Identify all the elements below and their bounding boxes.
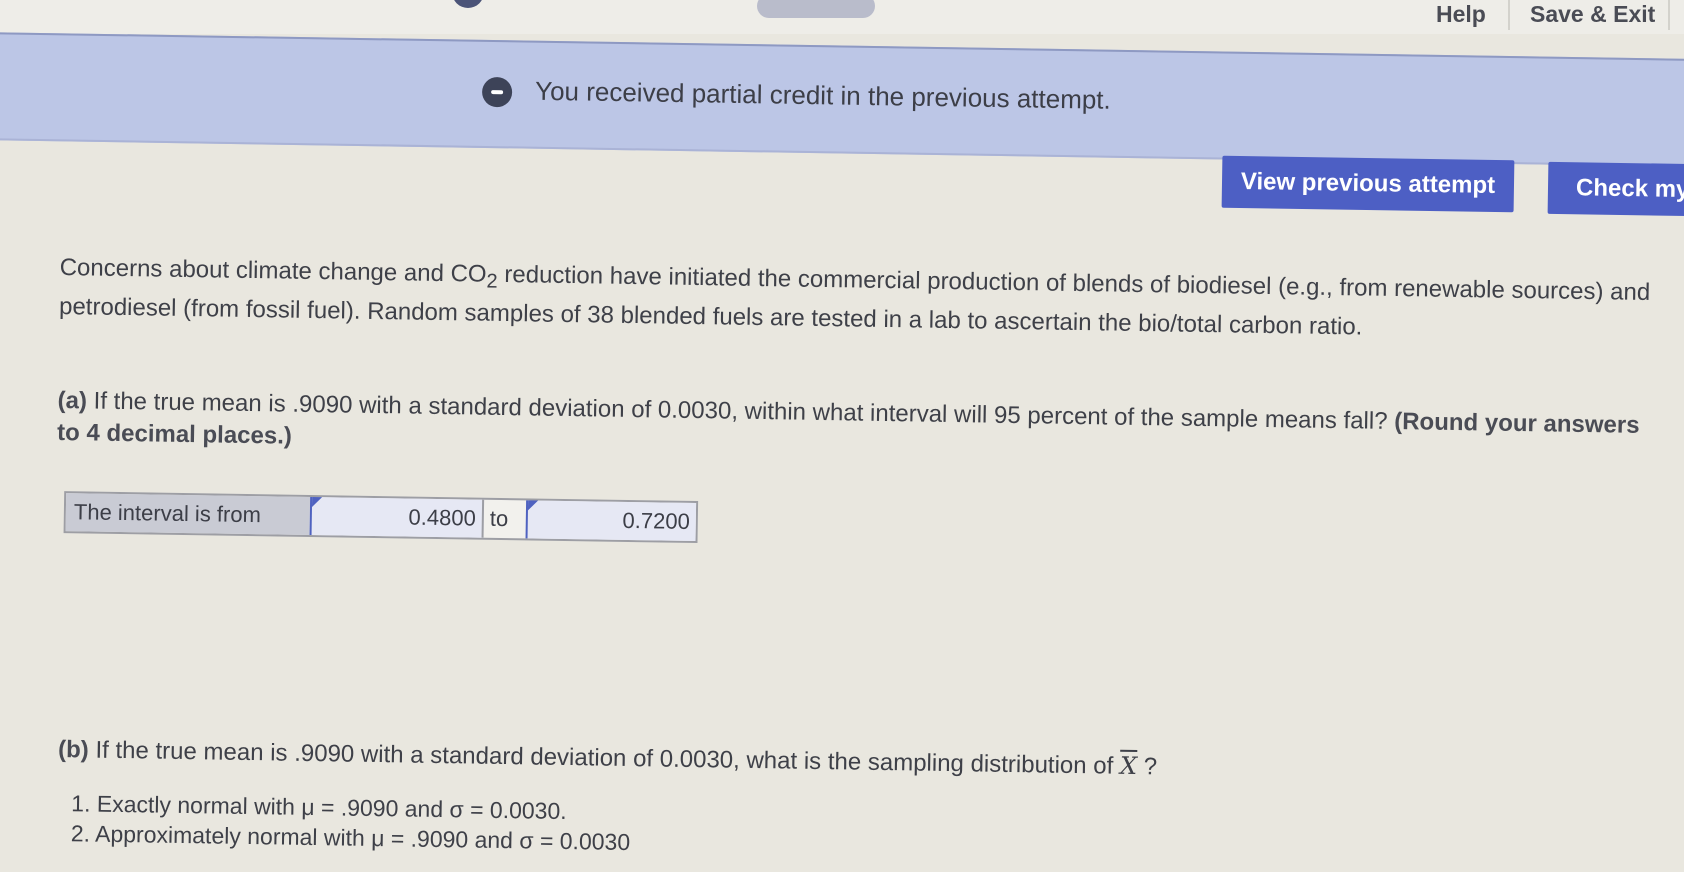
interval-to-value: 0.7200 [622, 507, 691, 534]
interval-label: The interval is from [65, 493, 311, 535]
part-b-text: If the true mean is .9090 with a standar… [88, 736, 1121, 780]
part-b-label: (b) [57, 736, 90, 764]
interval-from-value: 0.4800 [408, 504, 477, 531]
flag-icon [311, 496, 323, 508]
x-bar-symbol: X [1119, 751, 1138, 780]
interval-from-input[interactable]: 0.4800 [309, 496, 485, 538]
intro-text: Concerns about climate change and CO [59, 253, 487, 288]
interval-answer-table: The interval is from 0.4800 to 0.7200 [63, 491, 699, 544]
option-1[interactable]: 1. Exactly normal with μ = .9090 and σ =… [71, 790, 567, 825]
option-2[interactable]: 2. Approximately normal with μ = .9090 a… [71, 820, 631, 856]
part-b-question: (b) If the true mean is .9090 with a sta… [58, 733, 1668, 791]
part-a-label: (a) [57, 386, 88, 415]
flag-icon [527, 500, 539, 511]
interval-to-label: to [489, 505, 509, 532]
question-intro: Concerns about climate change and CO2 re… [59, 252, 1670, 348]
part-b-suffix: ? [1136, 752, 1158, 781]
question-content: Concerns about climate change and CO2 re… [0, 0, 1684, 868]
intro-subscript: 2 [486, 270, 498, 293]
part-a-question: (a) If the true mean is .9090 with a sta… [57, 385, 1668, 474]
interval-to-input[interactable]: 0.7200 [525, 500, 697, 542]
